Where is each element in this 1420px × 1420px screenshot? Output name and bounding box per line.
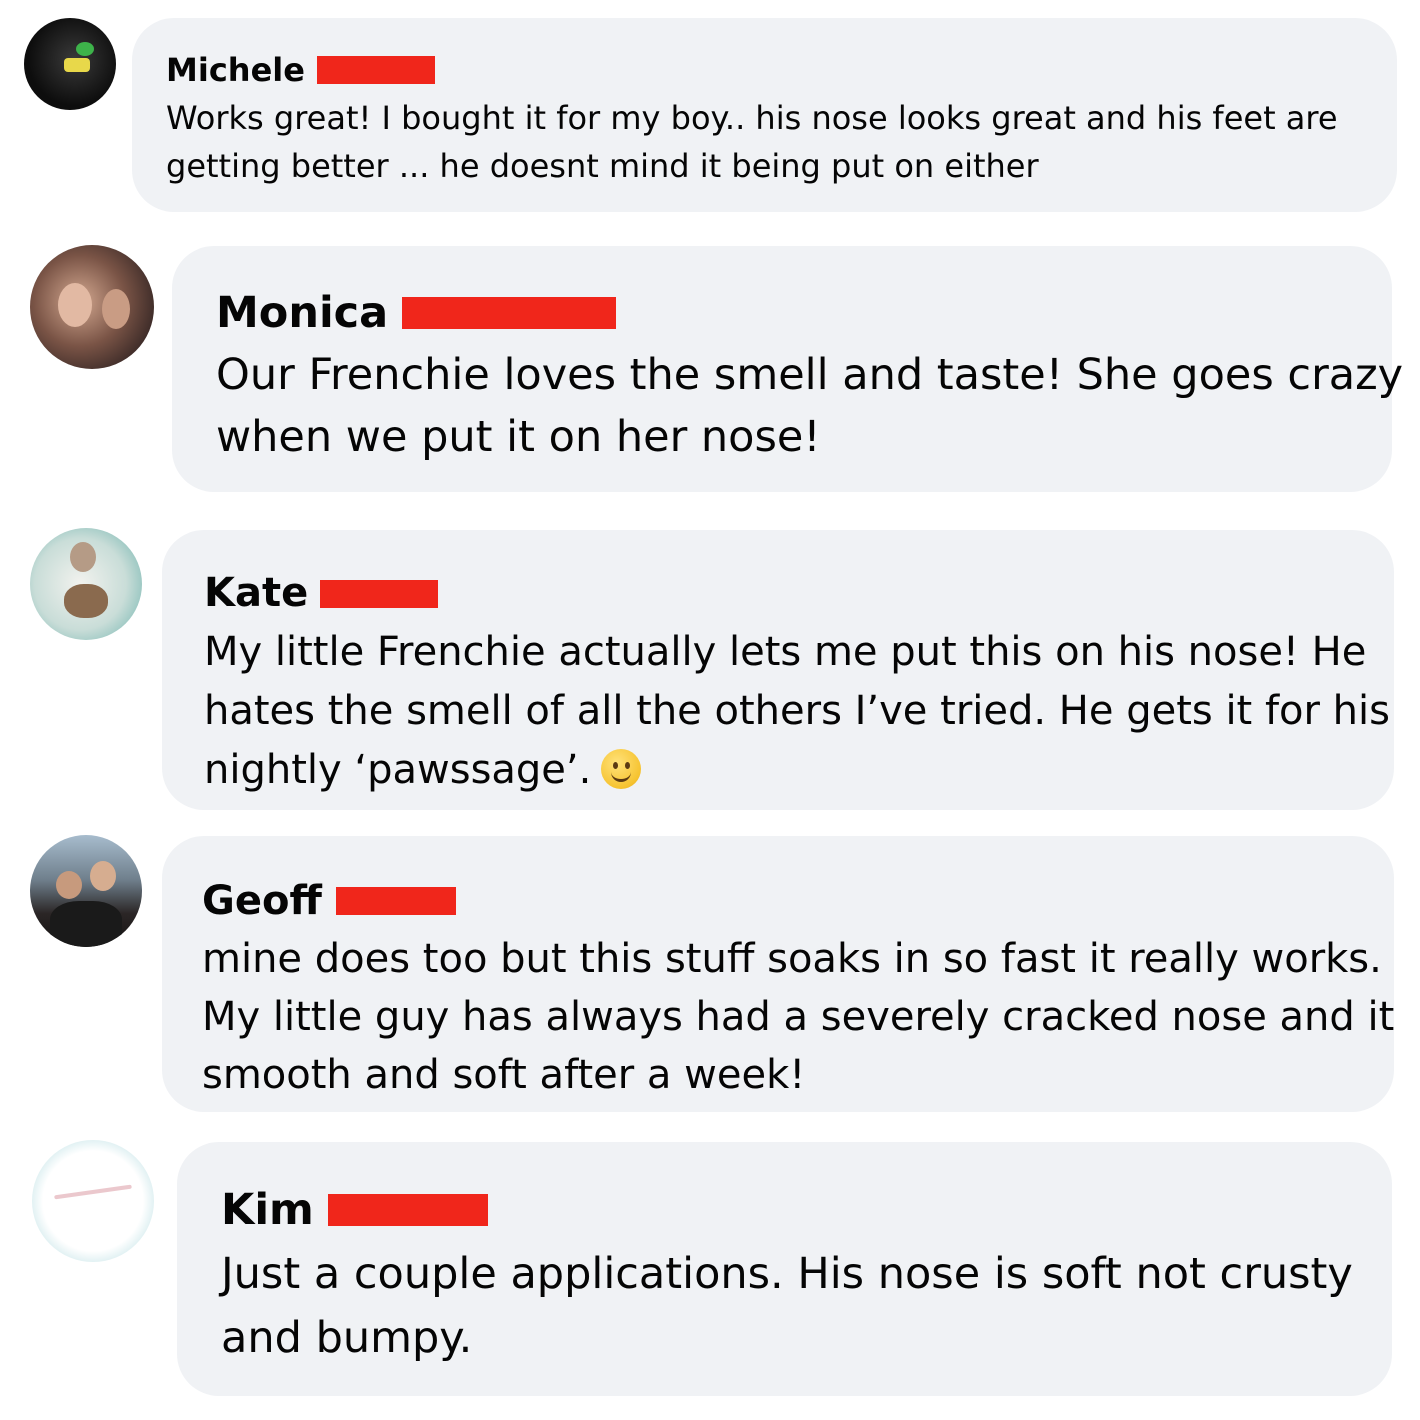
- commenter-name[interactable]: Geoff: [202, 872, 1394, 930]
- comment-bubble: Kate My little Frenchie actually lets me…: [162, 530, 1394, 810]
- comment-text-line: My little guy has always had a severely …: [202, 994, 1395, 1040]
- commenter-name[interactable]: Kate: [204, 564, 1394, 623]
- comment-text-line: Works great! I bought it for my boy.. hi…: [166, 99, 1338, 137]
- redacted-surname: [327, 1194, 488, 1226]
- comment-bubble: Geoff mine does too but this stuff soaks…: [162, 836, 1394, 1112]
- comment-text-line: smooth and soft after a week!: [202, 1052, 806, 1098]
- avatar-geoff[interactable]: [30, 835, 142, 947]
- comment-text-line: Just a couple applications. His nose is …: [221, 1249, 1353, 1299]
- avatar-monica[interactable]: [30, 245, 154, 369]
- avatar-kate[interactable]: [30, 528, 142, 640]
- commenter-name[interactable]: Kim: [221, 1178, 1392, 1242]
- comment-text-line: hates the smell of all the others I’ve t…: [204, 688, 1390, 734]
- redacted-surname: [320, 579, 439, 608]
- redacted-surname: [402, 297, 617, 329]
- comment-bubble: Monica Our Frenchie loves the smell and …: [172, 246, 1404, 492]
- redacted-surname: [335, 887, 456, 915]
- comment-text-line: when we put it on her nose!: [216, 412, 821, 462]
- comment-text-line: mine does too but this stuff soaks in so…: [202, 936, 1382, 982]
- avatar-michele[interactable]: [24, 18, 116, 110]
- commenter-name[interactable]: Michele: [166, 46, 1397, 94]
- comment-bubble: Kim Just a couple applications. His nose…: [177, 1142, 1392, 1396]
- comment-text-line: My little Frenchie actually lets me put …: [204, 629, 1367, 675]
- redacted-surname: [316, 56, 435, 84]
- commenter-name[interactable]: Monica: [216, 282, 1392, 344]
- avatar-kim[interactable]: [32, 1140, 154, 1262]
- comment-text-line: nightly ‘pawssage’.: [204, 741, 1394, 800]
- slightly-smiling-face-icon: [601, 749, 642, 789]
- comment-text-line: getting better ... he doesnt mind it bei…: [166, 147, 1039, 185]
- comment-text-line: and bumpy.: [221, 1313, 473, 1363]
- comment-bubble: Michele Works great! I bought it for my …: [132, 18, 1397, 212]
- comment-text-line: Our Frenchie loves the smell and taste! …: [216, 350, 1404, 400]
